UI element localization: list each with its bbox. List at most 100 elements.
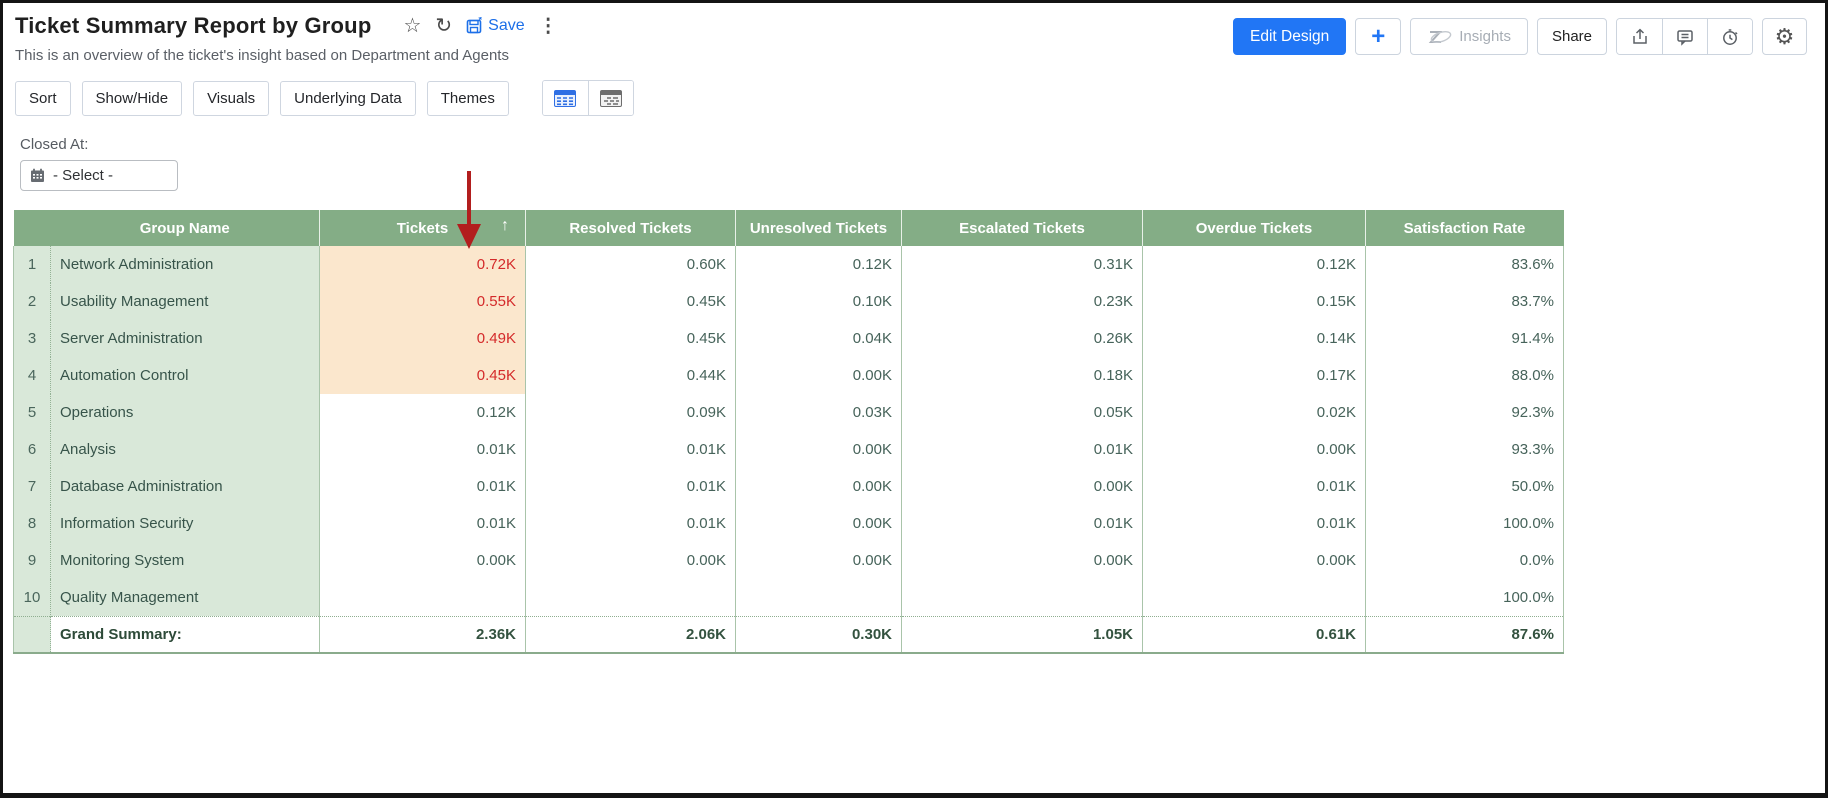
export-icon[interactable] — [1617, 19, 1662, 54]
favorite-star-icon[interactable]: ☆ — [403, 16, 421, 36]
alert-clock-icon[interactable] — [1707, 19, 1752, 54]
cell-resolved[interactable]: 0.60K — [526, 246, 736, 283]
cell-escalated[interactable]: 0.00K — [902, 468, 1143, 505]
column-header-unresolved-tickets[interactable]: Unresolved Tickets — [736, 210, 902, 246]
cell-resolved[interactable]: 0.00K — [526, 542, 736, 579]
cell-overdue[interactable]: 0.00K — [1143, 431, 1366, 468]
edit-design-button[interactable]: Edit Design — [1233, 18, 1346, 55]
cell-resolved[interactable]: 0.09K — [526, 394, 736, 431]
cell-overdue[interactable]: 0.00K — [1143, 542, 1366, 579]
cell-overdue[interactable]: 0.14K — [1143, 320, 1366, 357]
cell-resolved[interactable]: 0.45K — [526, 283, 736, 320]
cell-group-name[interactable]: Quality Management — [51, 579, 320, 616]
cell-satisfaction[interactable]: 93.3% — [1366, 431, 1564, 468]
cell-group-name[interactable]: Usability Management — [51, 283, 320, 320]
cell-unresolved[interactable]: 0.00K — [736, 431, 902, 468]
cell-tickets[interactable]: 0.01K — [320, 468, 526, 505]
cell-satisfaction[interactable]: 100.0% — [1366, 505, 1564, 542]
cell-escalated[interactable]: 0.00K — [902, 542, 1143, 579]
cell-unresolved[interactable] — [736, 579, 902, 616]
cell-unresolved[interactable]: 0.00K — [736, 542, 902, 579]
share-button[interactable]: Share — [1537, 18, 1607, 55]
cell-satisfaction[interactable]: 88.0% — [1366, 357, 1564, 394]
cell-group-name[interactable]: Information Security — [51, 505, 320, 542]
cell-unresolved[interactable]: 0.00K — [736, 357, 902, 394]
add-button[interactable]: + — [1355, 18, 1401, 55]
toolbar-button-visuals[interactable]: Visuals — [193, 81, 269, 116]
cell-tickets[interactable]: 0.01K — [320, 505, 526, 542]
cell-escalated[interactable]: 0.31K — [902, 246, 1143, 283]
cell-escalated[interactable]: 0.26K — [902, 320, 1143, 357]
cell-unresolved[interactable]: 0.03K — [736, 394, 902, 431]
cell-satisfaction[interactable]: 91.4% — [1366, 320, 1564, 357]
cell-overdue[interactable]: 0.02K — [1143, 394, 1366, 431]
cell-tickets[interactable]: 0.55K — [320, 283, 526, 320]
cell-unresolved[interactable]: 0.10K — [736, 283, 902, 320]
cell-satisfaction[interactable]: 83.7% — [1366, 283, 1564, 320]
kebab-menu-icon[interactable]: ⋮ — [539, 17, 558, 36]
cell-overdue[interactable]: 0.12K — [1143, 246, 1366, 283]
cell-escalated[interactable] — [902, 579, 1143, 616]
column-header-group-name[interactable]: Group Name — [51, 210, 320, 246]
cell-overdue[interactable]: 0.01K — [1143, 505, 1366, 542]
cell-group-name[interactable]: Automation Control — [51, 357, 320, 394]
cell-group-name[interactable]: Operations — [51, 394, 320, 431]
cell-group-name[interactable]: Network Administration — [51, 246, 320, 283]
cell-escalated[interactable]: 0.05K — [902, 394, 1143, 431]
toolbar-button-themes[interactable]: Themes — [427, 81, 509, 116]
cell-tickets[interactable]: 0.12K — [320, 394, 526, 431]
cell-escalated[interactable]: 0.23K — [902, 283, 1143, 320]
column-header-overdue-tickets[interactable]: Overdue Tickets — [1143, 210, 1366, 246]
cell-tickets[interactable]: 0.01K — [320, 431, 526, 468]
column-header-escalated-tickets[interactable]: Escalated Tickets — [902, 210, 1143, 246]
toolbar-button-show-hide[interactable]: Show/Hide — [82, 81, 183, 116]
column-header-resolved-tickets[interactable]: Resolved Tickets — [526, 210, 736, 246]
cell-unresolved[interactable]: 0.04K — [736, 320, 902, 357]
cell-unresolved[interactable]: 0.00K — [736, 505, 902, 542]
cell-group-name[interactable]: Server Administration — [51, 320, 320, 357]
table-view-icon[interactable] — [543, 81, 588, 115]
cell-resolved[interactable]: 0.01K — [526, 431, 736, 468]
cell-tickets[interactable] — [320, 579, 526, 616]
cell-overdue[interactable] — [1143, 579, 1366, 616]
cell-satisfaction[interactable]: 83.6% — [1366, 246, 1564, 283]
zia-insights-button[interactable]: Insights — [1410, 18, 1528, 55]
refresh-icon[interactable]: ↻ — [435, 16, 452, 36]
cell-satisfaction[interactable]: 92.3% — [1366, 394, 1564, 431]
column-header-satisfaction-rate[interactable]: Satisfaction Rate — [1366, 210, 1564, 246]
cell-tickets[interactable]: 0.49K — [320, 320, 526, 357]
cell-satisfaction[interactable]: 0.0% — [1366, 542, 1564, 579]
cell-tickets[interactable]: 0.45K — [320, 357, 526, 394]
cell-group-name[interactable]: Analysis — [51, 431, 320, 468]
cell-overdue[interactable]: 0.15K — [1143, 283, 1366, 320]
cell-group-name[interactable]: Monitoring System — [51, 542, 320, 579]
cell-escalated[interactable]: 0.01K — [902, 431, 1143, 468]
toolbar-button-sort[interactable]: Sort — [15, 81, 71, 116]
summary-view-icon[interactable] — [588, 81, 633, 115]
cell-satisfaction[interactable]: 50.0% — [1366, 468, 1564, 505]
cell-tickets[interactable]: 0.00K — [320, 542, 526, 579]
row-number: 2 — [14, 283, 51, 320]
sort-ascending-icon[interactable]: ↑ — [501, 217, 509, 235]
toolbar-button-underlying-data[interactable]: Underlying Data — [280, 81, 416, 116]
settings-gear-icon[interactable]: ⚙ — [1762, 18, 1807, 55]
closed-at-select[interactable]: - Select - — [20, 160, 178, 191]
cell-overdue[interactable]: 0.17K — [1143, 357, 1366, 394]
comment-icon[interactable] — [1662, 19, 1707, 54]
cell-escalated[interactable]: 0.01K — [902, 505, 1143, 542]
cell-resolved[interactable]: 0.01K — [526, 505, 736, 542]
cell-tickets[interactable]: 0.72K — [320, 246, 526, 283]
cell-satisfaction[interactable]: 100.0% — [1366, 579, 1564, 616]
cell-unresolved[interactable]: 0.00K — [736, 468, 902, 505]
cell-resolved[interactable]: 0.45K — [526, 320, 736, 357]
column-header-tickets[interactable]: Tickets↑ — [320, 210, 526, 246]
cell-resolved[interactable] — [526, 579, 736, 616]
row-number: 3 — [14, 320, 51, 357]
cell-overdue[interactable]: 0.01K — [1143, 468, 1366, 505]
cell-unresolved[interactable]: 0.12K — [736, 246, 902, 283]
cell-group-name[interactable]: Database Administration — [51, 468, 320, 505]
cell-resolved[interactable]: 0.01K — [526, 468, 736, 505]
cell-escalated[interactable]: 0.18K — [902, 357, 1143, 394]
cell-resolved[interactable]: 0.44K — [526, 357, 736, 394]
save-button[interactable]: * Save — [466, 17, 524, 35]
